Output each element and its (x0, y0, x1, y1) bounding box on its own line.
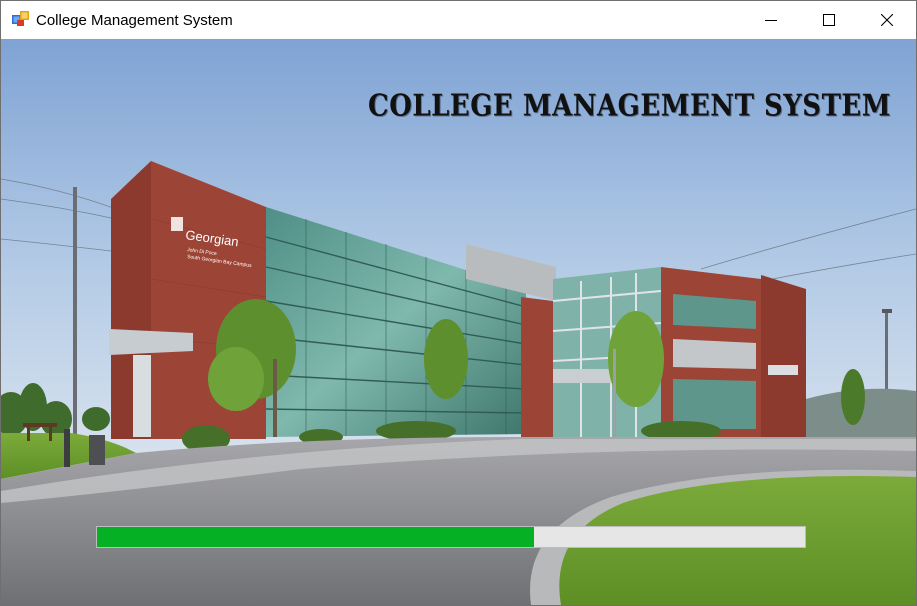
close-button[interactable] (858, 1, 916, 39)
progress-fill (97, 527, 534, 547)
main-window: College Management System Georgian John … (0, 0, 917, 606)
close-icon (881, 14, 893, 26)
app-icon (12, 11, 29, 26)
campus-building-photo: Georgian John Di Poce South Georgian Bay… (1, 39, 916, 605)
maximize-button[interactable] (800, 1, 858, 39)
title-bar[interactable]: College Management System (1, 1, 916, 39)
app-heading: College Management System (368, 89, 892, 124)
minimize-icon (765, 20, 777, 21)
minimize-button[interactable] (742, 1, 800, 39)
loading-progress-bar (96, 526, 806, 548)
splash-panel: Georgian John Di Poce South Georgian Bay… (1, 39, 916, 605)
maximize-icon (823, 14, 835, 26)
window-title: College Management System (36, 12, 233, 29)
